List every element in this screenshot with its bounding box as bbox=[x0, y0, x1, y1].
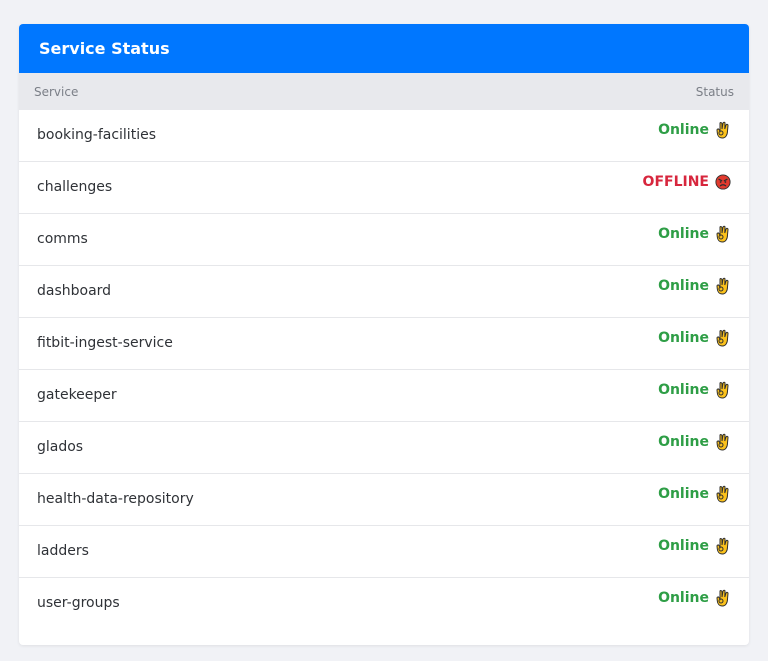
status-badge: Online bbox=[658, 433, 731, 451]
service-row: glados Online bbox=[19, 422, 749, 474]
ok-hand-icon bbox=[715, 225, 731, 243]
status-badge: Online bbox=[658, 277, 731, 295]
service-row: booking-facilities Online bbox=[19, 110, 749, 162]
service-name: glados bbox=[37, 439, 84, 455]
ok-hand-icon bbox=[715, 329, 731, 347]
ok-hand-icon bbox=[715, 589, 731, 607]
service-row: user-groups Online bbox=[19, 578, 749, 629]
service-name: user-groups bbox=[37, 595, 120, 611]
column-header-service: Service bbox=[34, 84, 79, 99]
ok-hand-icon bbox=[715, 537, 731, 555]
status-label: Online bbox=[658, 486, 709, 502]
status-badge: OFFLINE bbox=[643, 173, 731, 191]
service-name: dashboard bbox=[37, 283, 112, 299]
status-label: Online bbox=[658, 122, 709, 138]
status-label: Online bbox=[658, 382, 709, 398]
status-label: Online bbox=[658, 434, 709, 450]
service-row: challenges OFFLINE bbox=[19, 162, 749, 214]
status-badge: Online bbox=[658, 589, 731, 607]
ok-hand-icon bbox=[715, 277, 731, 295]
service-name: fitbit-ingest-service bbox=[37, 335, 173, 351]
service-row: ladders Online bbox=[19, 526, 749, 578]
ok-hand-icon bbox=[715, 485, 731, 503]
status-badge: Online bbox=[658, 121, 731, 139]
service-row: dashboard Online bbox=[19, 266, 749, 318]
angry-face-icon bbox=[715, 173, 731, 191]
status-badge: Online bbox=[658, 485, 731, 503]
status-label: Online bbox=[658, 330, 709, 346]
service-name: gatekeeper bbox=[37, 387, 117, 403]
ok-hand-icon bbox=[715, 381, 731, 399]
service-row: fitbit-ingest-service Online bbox=[19, 318, 749, 370]
service-name: booking-facilities bbox=[37, 127, 156, 143]
status-badge: Online bbox=[658, 381, 731, 399]
service-row: comms Online bbox=[19, 214, 749, 266]
service-row: gatekeeper Online bbox=[19, 370, 749, 422]
card-title: Service Status bbox=[19, 24, 749, 73]
column-header-status: Status bbox=[695, 84, 734, 99]
service-status-card: Service Status Service Status booking-fa… bbox=[19, 24, 749, 645]
status-label: Online bbox=[658, 278, 709, 294]
status-label: OFFLINE bbox=[642, 174, 709, 190]
service-name: comms bbox=[37, 231, 88, 247]
service-name: ladders bbox=[37, 543, 89, 559]
status-label: Online bbox=[658, 538, 709, 554]
status-badge: Online bbox=[658, 225, 731, 243]
service-list: booking-facilities Online challenges OFFLIN… bbox=[19, 110, 749, 629]
service-name: challenges bbox=[37, 179, 113, 195]
service-row: health-data-repository Online bbox=[19, 474, 749, 526]
status-badge: Online bbox=[658, 329, 731, 347]
status-label: Online bbox=[658, 590, 709, 606]
ok-hand-icon bbox=[715, 121, 731, 139]
service-name: health-data-repository bbox=[37, 491, 194, 507]
ok-hand-icon bbox=[715, 433, 731, 451]
status-label: Online bbox=[658, 226, 709, 242]
status-badge: Online bbox=[658, 537, 731, 555]
table-header: Service Status bbox=[19, 73, 749, 110]
